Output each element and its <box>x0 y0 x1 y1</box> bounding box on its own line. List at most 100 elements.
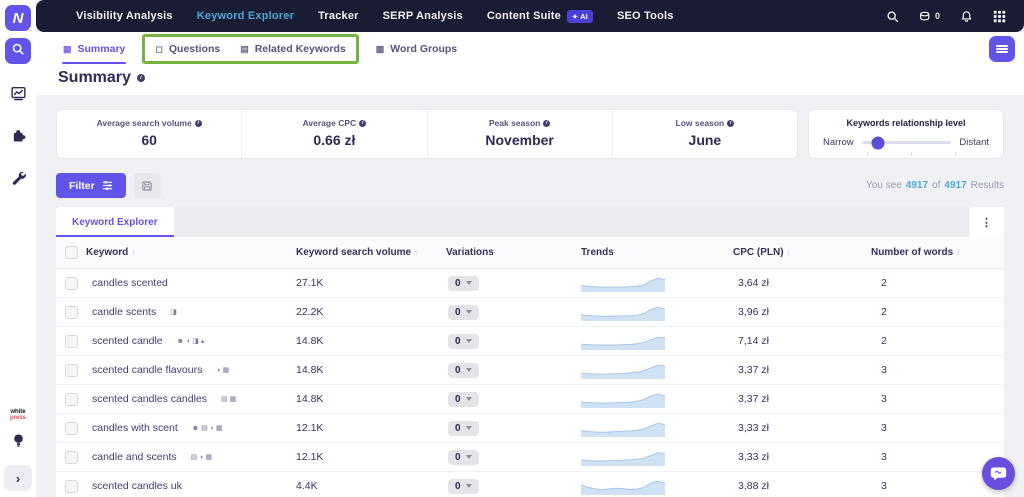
search-icon <box>11 42 25 61</box>
stat-label: Average search volume i <box>57 118 241 128</box>
app-logo[interactable]: N <box>5 5 31 31</box>
sidebar-expand-button[interactable]: › <box>4 465 32 491</box>
sidebar-item-integrations[interactable] <box>11 128 26 148</box>
row-checkbox[interactable] <box>64 450 78 464</box>
sort-icon[interactable]: ↕ <box>787 248 791 257</box>
keyword-text[interactable]: candle scents <box>92 306 156 318</box>
info-icon[interactable]: i <box>727 119 735 127</box>
chat-fab-button[interactable] <box>982 457 1015 490</box>
row-checkbox[interactable] <box>64 421 78 435</box>
sidebar-item-keyword-search[interactable] <box>5 38 31 64</box>
variations-dropdown[interactable]: 0 <box>448 362 479 378</box>
sidebar-item-analytics[interactable] <box>10 86 26 106</box>
tab-keyword-explorer[interactable]: Keyword Explorer <box>56 207 174 237</box>
variations-dropdown[interactable]: 0 <box>448 391 479 407</box>
tabs-row: ▦ Summary ◻ Questions ▤ Related Keywords ▦ Word… <box>36 32 1024 66</box>
relationship-slider[interactable] <box>861 136 952 149</box>
variations-dropdown[interactable]: 0 <box>448 478 479 494</box>
column-header-variations[interactable]: Variations <box>446 247 581 258</box>
tab-questions[interactable]: ◻ Questions <box>145 37 230 61</box>
nav-item-visibility-analysis[interactable]: Visibility Analysis <box>76 10 173 22</box>
column-header-keyword-search-volume[interactable]: Keyword search volume ↕ <box>296 247 446 258</box>
info-icon[interactable]: i <box>543 119 551 127</box>
variations-value: 0 <box>455 451 461 463</box>
save-filter-button[interactable] <box>133 173 161 198</box>
column-header-label: Variations <box>446 247 494 258</box>
variations-dropdown[interactable]: 0 <box>448 333 479 349</box>
table-row[interactable]: scented candles candles ▤▦ 14.8K 0 3,37 zł 3 <box>56 385 1004 414</box>
keyword-text[interactable]: scented candle <box>92 335 163 347</box>
sort-icon[interactable]: ↕ <box>131 248 135 257</box>
info-icon[interactable]: i <box>136 74 145 82</box>
search-icon[interactable] <box>886 10 899 23</box>
tab-summary[interactable]: ▦ Summary <box>50 32 138 66</box>
search-volume-value: 14.8K <box>296 393 324 405</box>
column-header-trends[interactable]: Trends <box>581 247 733 258</box>
bell-icon[interactable] <box>960 10 973 23</box>
tab-related-keywords[interactable]: ▤ Related Keywords <box>230 37 356 61</box>
table-row[interactable]: scented candles uk 4.4K 0 3,88 zł 3 <box>56 472 1004 497</box>
table-row[interactable]: scented candle ☻◖◨▴ 14.8K 0 7,14 zł 2 <box>56 327 1004 356</box>
nav-item-label: Tracker <box>318 10 359 22</box>
nav-item-keyword-explorer[interactable]: Keyword Explorer <box>197 10 294 22</box>
table-row[interactable]: candle scents ◨ 22.2K 0 3,96 zł 2 <box>56 298 1004 327</box>
info-icon[interactable]: i <box>194 119 202 127</box>
sort-icon[interactable]: ↕ <box>414 248 418 257</box>
lightbulb-icon[interactable] <box>12 433 25 453</box>
filter-button[interactable]: Filter <box>56 173 126 198</box>
row-checkbox[interactable] <box>64 363 78 377</box>
table-row[interactable]: scented candle flavours ◖▦ 14.8K 0 3,37 zł 3 <box>56 356 1004 385</box>
keyword-text[interactable]: candle and scents <box>92 451 177 463</box>
row-checkbox[interactable] <box>64 305 78 319</box>
trend-sparkline <box>581 277 665 292</box>
nav-item-serp-analysis[interactable]: SERP Analysis <box>383 10 463 22</box>
shopping-bag-icon: ◨ <box>192 338 201 345</box>
table-row[interactable]: candle and scents ▤◖▦ 12.1K 0 3,33 zł 3 <box>56 443 1004 472</box>
tab-word-groups[interactable]: ▦ Word Groups <box>363 32 470 66</box>
row-checkbox[interactable] <box>64 334 78 348</box>
credits-indicator[interactable]: 0 <box>919 10 940 23</box>
menu-button[interactable] <box>989 36 1015 62</box>
variations-dropdown[interactable]: 0 <box>448 420 479 436</box>
row-checkbox[interactable] <box>64 392 78 406</box>
relationship-title: Keywords relationship level <box>846 118 966 128</box>
nav-item-label: Visibility Analysis <box>76 10 173 22</box>
variations-dropdown[interactable]: 0 <box>448 449 479 465</box>
sort-icon[interactable]: ↕ <box>956 248 960 257</box>
nav-item-tracker[interactable]: Tracker <box>318 10 359 22</box>
stat-label: Low season i <box>613 118 797 128</box>
sidebar-item-tools[interactable] <box>11 170 26 190</box>
nav-item-seo-tools[interactable]: SEO Tools <box>617 10 674 22</box>
sitelinks-icon: ▤ <box>190 454 200 461</box>
slider-handle[interactable] <box>871 136 885 149</box>
info-icon[interactable]: i <box>359 119 367 127</box>
kebab-menu-icon[interactable]: ⋮ <box>968 207 1004 237</box>
select-all-checkbox[interactable] <box>64 246 78 259</box>
chevron-down-icon <box>465 455 472 459</box>
keyword-text[interactable]: candles scented <box>92 277 168 289</box>
search-volume-value: 22.2K <box>296 306 324 318</box>
variations-dropdown[interactable]: 0 <box>448 275 479 291</box>
cpc-value: 3,37 zł <box>738 393 769 405</box>
search-volume-value: 4.4K <box>296 480 318 492</box>
page-title: Summary i <box>36 66 1024 89</box>
stat-label: Average CPC i <box>242 118 426 128</box>
table-row[interactable]: candles with scent ☻▤◖▦ 12.1K 0 3,33 zł 3 <box>56 414 1004 443</box>
keyword-text[interactable]: scented candles uk <box>92 480 182 492</box>
column-header-cpc-pln[interactable]: CPC (PLN) ↕ <box>733 247 871 258</box>
keyword-text[interactable]: scented candle flavours <box>92 364 202 376</box>
row-checkbox[interactable] <box>64 479 78 493</box>
variations-dropdown[interactable]: 0 <box>448 304 479 320</box>
trend-sparkline <box>581 336 665 350</box>
apps-grid-icon[interactable] <box>993 10 1006 23</box>
table-row[interactable]: candles scented 27.1K 0 3,64 zł 2 <box>56 269 1004 298</box>
nav-item-content-suite[interactable]: Content Suite AI <box>487 9 593 23</box>
chevron-down-icon <box>465 397 472 401</box>
tab-label: Summary <box>77 43 126 55</box>
row-checkbox[interactable] <box>64 276 78 290</box>
column-header-keyword[interactable]: Keyword ↕ <box>86 247 296 258</box>
search-volume-value: 12.1K <box>296 451 324 463</box>
column-header-number-of-words[interactable]: Number of words ↕ <box>871 247 1004 258</box>
keyword-text[interactable]: scented candles candles <box>92 393 207 405</box>
keyword-text[interactable]: candles with scent <box>92 422 178 434</box>
